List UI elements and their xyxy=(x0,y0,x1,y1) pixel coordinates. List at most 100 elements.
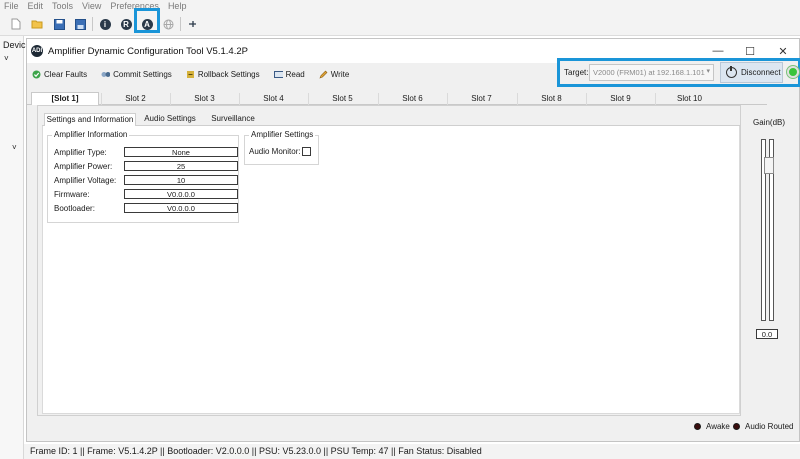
device-panel: Devic ˅ ˅ xyxy=(0,36,26,459)
dropdown-arrow-icon: ▾ xyxy=(706,68,710,75)
audio-routed-indicator: Audio Routed xyxy=(733,422,793,431)
close-button[interactable]: ✕ xyxy=(775,43,791,59)
commit-settings-label: Commit Settings xyxy=(113,69,172,79)
commit-settings-button[interactable]: Commit Settings xyxy=(101,70,172,79)
menubar: File Edit Tools View Preferences Help xyxy=(0,0,800,12)
tab-audio-settings[interactable]: Audio Settings xyxy=(138,113,202,126)
tab-slot-7[interactable]: Slot 7 xyxy=(447,93,515,105)
pencil-icon xyxy=(319,70,328,79)
save-as-icon[interactable] xyxy=(73,17,87,31)
rollback-settings-button[interactable]: Rollback Settings xyxy=(186,70,260,79)
audio-monitor-checkbox[interactable] xyxy=(302,147,311,156)
tab-slot-6[interactable]: Slot 6 xyxy=(378,93,446,105)
open-folder-icon[interactable] xyxy=(30,17,44,31)
amplifier-power-row: Amplifier Power: 25 xyxy=(54,161,238,171)
save-icon[interactable] xyxy=(52,17,66,31)
read-label: Read xyxy=(285,69,305,79)
tab-slot-1[interactable]: [Slot 1] xyxy=(31,92,99,105)
menu-view[interactable]: View xyxy=(82,1,101,11)
tab-slot-10[interactable]: Slot 10 xyxy=(655,93,723,105)
slot-content: Settings and Information Audio Settings … xyxy=(37,105,741,416)
firmware-label: Firmware: xyxy=(54,190,90,199)
settings-panel: Amplifier Information Amplifier Type: No… xyxy=(42,126,740,414)
check-circle-icon xyxy=(32,70,41,79)
audio-routed-led-icon xyxy=(733,423,740,430)
main-toolbar: i R A xyxy=(0,8,800,36)
gain-value-field[interactable]: 0.0 xyxy=(756,329,778,339)
tab-slot-5[interactable]: Slot 5 xyxy=(308,93,376,105)
amplifier-type-row: Amplifier Type: None xyxy=(54,147,238,157)
r-icon[interactable]: R xyxy=(119,17,133,31)
bootloader-row: Bootloader: V0.0.0.0 xyxy=(54,203,238,213)
amplifier-settings-group: Amplifier Settings Audio Monitor: xyxy=(244,130,319,165)
target-value: V2000 (FRM01) at 192.168.1.101 xyxy=(593,68,705,77)
amplifier-voltage-value: 10 xyxy=(124,175,238,185)
tab-slot-3[interactable]: Slot 3 xyxy=(170,93,238,105)
audio-monitor-label: Audio Monitor: xyxy=(249,147,301,156)
tool-window: ADI Amplifier Dynamic Configuration Tool… xyxy=(26,38,800,442)
app-logo-icon: ADI xyxy=(31,45,43,57)
menu-edit[interactable]: Edit xyxy=(28,1,44,11)
amplifier-type-value: None xyxy=(124,147,238,157)
toolbar-separator xyxy=(92,17,93,31)
gain-slider-thumb[interactable] xyxy=(764,157,774,174)
amplifier-power-value: 25 xyxy=(124,161,238,171)
menu-file[interactable]: File xyxy=(4,1,19,11)
sub-tabs: Settings and Information Audio Settings … xyxy=(42,113,740,126)
tab-surveillance[interactable]: Surveillance xyxy=(204,113,262,126)
new-file-icon[interactable] xyxy=(9,17,23,31)
minimize-button[interactable]: — xyxy=(710,43,726,59)
window-title: Amplifier Dynamic Configuration Tool V5.… xyxy=(48,45,248,57)
amplifier-voltage-label: Amplifier Voltage: xyxy=(54,176,117,185)
status-bar: Frame ID: 1 || Frame: V5.1.4.2P || Bootl… xyxy=(24,444,800,459)
power-icon xyxy=(726,66,737,78)
slot-tabs: [Slot 1] Slot 2 Slot 3 Slot 4 Slot 5 Slo… xyxy=(27,92,767,105)
audio-routed-label: Audio Routed xyxy=(745,422,794,431)
target-group: Target: V2000 (FRM01) at 192.168.1.101 ▾… xyxy=(557,58,800,87)
gain-label: Gain(dB) xyxy=(753,118,786,127)
status-text: Frame ID: 1 || Frame: V5.1.4.2P || Bootl… xyxy=(30,446,482,456)
a-icon-highlight xyxy=(134,8,160,33)
tab-slot-9[interactable]: Slot 9 xyxy=(586,93,654,105)
connection-status-led xyxy=(787,66,799,78)
awake-label: Awake xyxy=(706,422,730,431)
target-label: Target: xyxy=(564,68,589,77)
clear-faults-label: Clear Faults xyxy=(44,69,88,79)
amplifier-voltage-row: Amplifier Voltage: 10 xyxy=(54,175,238,185)
target-dropdown[interactable]: V2000 (FRM01) at 192.168.1.101 ▾ xyxy=(589,64,714,81)
commit-icon xyxy=(101,70,111,79)
write-button[interactable]: Write xyxy=(319,69,350,79)
chevron-down-icon[interactable]: ˅ xyxy=(4,54,9,63)
amplifier-type-label: Amplifier Type: xyxy=(54,148,107,157)
menu-help[interactable]: Help xyxy=(168,1,187,11)
pin-icon[interactable] xyxy=(185,17,199,31)
rollback-settings-label: Rollback Settings xyxy=(197,69,260,79)
disconnect-button[interactable]: Disconnect xyxy=(720,62,783,83)
globe-icon[interactable] xyxy=(161,17,175,31)
amplifier-power-label: Amplifier Power: xyxy=(54,162,113,171)
device-panel-label: Devic xyxy=(3,40,26,50)
amplifier-settings-title: Amplifier Settings xyxy=(249,130,316,139)
chevron-down-icon[interactable]: ˅ xyxy=(12,143,17,152)
awake-indicator: Awake xyxy=(694,422,730,431)
clear-faults-button[interactable]: Clear Faults xyxy=(32,70,87,79)
tab-slot-8[interactable]: Slot 8 xyxy=(517,93,585,105)
maximize-button[interactable]: ☐ xyxy=(742,43,758,59)
awake-led-icon xyxy=(694,423,701,430)
rollback-icon xyxy=(186,70,195,79)
info-icon[interactable]: i xyxy=(98,17,112,31)
menu-tools[interactable]: Tools xyxy=(52,1,73,11)
tab-slot-2[interactable]: Slot 2 xyxy=(101,93,169,105)
bootloader-label: Bootloader: xyxy=(54,204,95,213)
tab-slot-4[interactable]: Slot 4 xyxy=(239,93,307,105)
write-label: Write xyxy=(330,69,350,79)
toolbar-separator xyxy=(180,17,181,31)
firmware-row: Firmware: V0.0.0.0 xyxy=(54,189,238,199)
read-button[interactable]: Read xyxy=(273,69,305,79)
read-icon xyxy=(273,70,283,79)
disconnect-label: Disconnect xyxy=(741,68,781,77)
tab-settings-and-information[interactable]: Settings and Information xyxy=(44,113,136,126)
bootloader-value: V0.0.0.0 xyxy=(124,203,238,213)
amplifier-information-group: Amplifier Information Amplifier Type: No… xyxy=(47,130,239,223)
firmware-value: V0.0.0.0 xyxy=(124,189,238,199)
